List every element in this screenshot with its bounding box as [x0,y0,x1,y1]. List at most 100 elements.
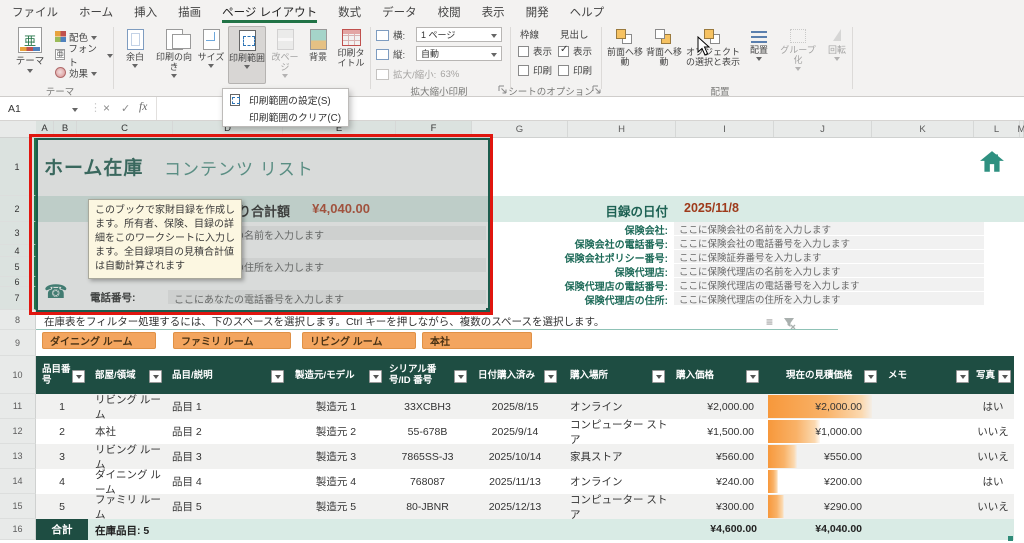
align-button[interactable]: 配置 [744,26,774,84]
cell-r4c1[interactable]: 4 [36,469,88,494]
row-header-8[interactable]: 8 [0,310,36,330]
cell-r1c11[interactable]: はい [972,394,1014,419]
column-header-G[interactable]: G [472,121,568,137]
menu-tab-7[interactable]: 校閲 [438,0,461,23]
cell-r5c8[interactable]: ¥300.00 [668,494,762,519]
column-header-K[interactable]: K [872,121,974,137]
menu-tab-4[interactable]: ページ レイアウト [222,0,318,23]
cancel-icon[interactable]: × [103,101,110,115]
cell-r4c8[interactable]: ¥240.00 [668,469,762,494]
gridlines-view-checkbox[interactable]: 表示 [518,44,552,58]
print-titles-button[interactable]: 印刷タイトル [334,26,368,84]
menu-tab-0[interactable]: ファイル [12,0,58,23]
slicer-button-3[interactable]: 本社 [422,332,532,349]
headings-print-checkbox[interactable]: 印刷 [558,63,592,77]
cell-r4c4[interactable]: 製造元 4 [287,469,385,494]
filter-dropdown-9[interactable] [956,370,969,383]
row-header-3[interactable]: 3 [0,222,36,245]
row-header-11[interactable]: 11 [0,394,36,419]
cell-r2c5[interactable]: 55-678B [385,419,470,444]
cell-r5c4[interactable]: 製造元 5 [287,494,385,519]
row-header-9[interactable]: 9 [0,330,36,356]
cell-r3c2[interactable]: リビング ルーム [88,444,165,471]
filter-dropdown-3[interactable] [369,370,382,383]
cell-r2c1[interactable]: 2 [36,419,88,444]
row-header-7[interactable]: 7 [0,287,36,310]
slicer-button-2[interactable]: リビング ルーム [302,332,416,349]
filter-dropdown-2[interactable] [271,370,284,383]
row-header-12[interactable]: 12 [0,419,36,444]
cell-r2c11[interactable]: いいえ [972,419,1014,444]
row-header-1[interactable]: 1 [0,138,36,196]
headings-view-checkbox[interactable]: 表示 [558,44,592,58]
effects-button[interactable]: 効果 [55,65,113,80]
home-icon[interactable] [979,149,1005,175]
gridlines-print-checkbox[interactable]: 印刷 [518,63,552,77]
cell-r3c11[interactable]: いいえ [972,444,1014,469]
cell-r2c2[interactable]: 本社 [88,419,165,444]
slicer-button-1[interactable]: ファミリ ルーム [173,332,291,349]
cell-r4c5[interactable]: 768087 [385,469,470,494]
cell-r1c3[interactable]: 品目 1 [165,394,287,419]
row-header-14[interactable]: 14 [0,469,36,494]
size-button[interactable]: サイズ [196,26,226,84]
send-backward-button[interactable]: 背面へ移動 [645,26,683,84]
row-header-10[interactable]: 10 [0,356,36,394]
insurance-field-1[interactable]: ここに保険会社の電話番号を入力します [674,236,984,250]
menu-tab-1[interactable]: ホーム [79,0,113,23]
cell-r3c4[interactable]: 製造元 3 [287,444,385,469]
cell-r3c7[interactable]: 家具ストア [560,444,668,469]
selection-handle[interactable] [486,308,491,313]
insurance-field-2[interactable]: ここに保険証券番号を入力します [674,250,984,264]
cell-r5c5[interactable]: 80-JBNR [385,494,470,519]
table-resize-handle[interactable] [1008,536,1013,541]
cell-r3c5[interactable]: 7865SS-J3 [385,444,470,469]
name-box[interactable]: A1 [0,97,88,120]
orientation-button[interactable]: 印刷の向き [154,26,194,84]
cell-r5c6[interactable]: 2025/12/13 [470,494,560,519]
filter-dropdown-7[interactable] [746,370,759,383]
cell-r1c4[interactable]: 製造元 1 [287,394,385,419]
column-header-F[interactable]: F [396,121,472,137]
insurance-field-0[interactable]: ここに保険会社の名前を入力します [674,222,984,236]
cell-r3c9[interactable]: ¥550.00 [768,444,880,469]
menu-tab-3[interactable]: 描画 [178,0,201,23]
cell-r2c9[interactable]: ¥1,000.00 [768,419,880,444]
column-header-M[interactable]: M [1018,121,1024,137]
cell-r1c1[interactable]: 1 [36,394,88,419]
cell-r1c6[interactable]: 2025/8/15 [470,394,560,419]
cell-r4c9[interactable]: ¥200.00 [768,469,880,494]
print-menu-item-1[interactable]: 印刷範囲のクリア(C) [223,108,348,125]
cell-r5c1[interactable]: 5 [36,494,88,519]
fonts-button[interactable]: 亜 フォント [55,44,113,69]
cell-r5c11[interactable]: いいえ [972,494,1014,519]
cell-r3c6[interactable]: 2025/10/14 [470,444,560,469]
insurance-field-5[interactable]: ここに保険代理店の住所を入力します [674,292,984,306]
margins-button[interactable]: 余白 [118,26,152,84]
insurance-field-4[interactable]: ここに保険代理店の電話番号を入力します [674,278,984,292]
cell-r1c8[interactable]: ¥2,000.00 [668,394,762,419]
cell-r4c2[interactable]: ダイニング ルーム [88,469,165,496]
cell-r3c10[interactable] [880,444,972,469]
cell-r4c11[interactable]: はい [972,469,1014,494]
dialog-launcher-icon[interactable] [498,85,507,94]
insert-function-icon[interactable]: fx [139,101,147,113]
column-header-I[interactable]: I [676,121,774,137]
column-header-B[interactable]: B [54,121,77,137]
filter-dropdown-4[interactable] [454,370,467,383]
cell-r2c6[interactable]: 2025/9/14 [470,419,560,444]
cell-r2c4[interactable]: 製造元 2 [287,419,385,444]
cell-r5c10[interactable] [880,494,972,519]
dialog-launcher-icon[interactable] [592,85,601,94]
row-header-5[interactable]: 5 [0,257,36,277]
cell-r1c10[interactable] [880,394,972,419]
cell-r2c3[interactable]: 品目 2 [165,419,287,444]
cell-r1c5[interactable]: 33XCBH3 [385,394,470,419]
column-header-J[interactable]: J [774,121,872,137]
slicer-settings-icon[interactable]: ≡ [766,315,773,329]
filter-dropdown-10[interactable] [998,370,1011,383]
cell-r5c3[interactable]: 品目 5 [165,494,287,519]
cell-r5c9[interactable]: ¥290.00 [768,494,880,519]
bring-forward-button[interactable]: 前面へ移動 [606,26,644,84]
row-header-16[interactable]: 16 [0,519,36,540]
